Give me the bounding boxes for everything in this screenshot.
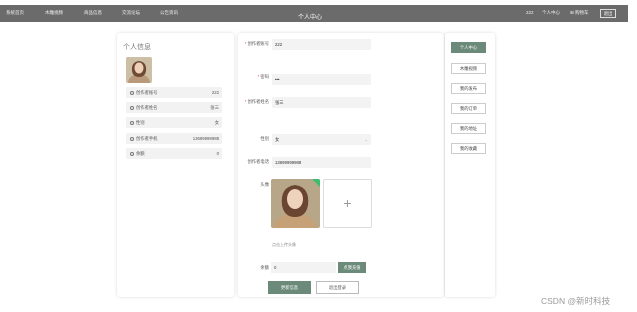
nav-cart-label: 购物车 xyxy=(575,10,589,15)
nav-username[interactable]: 222 xyxy=(526,10,534,15)
profile-row-value: 女 xyxy=(214,120,219,125)
user-icon xyxy=(130,90,134,95)
avatar-preview[interactable] xyxy=(271,179,320,228)
profile-row-value: 张三 xyxy=(210,105,219,110)
account-label: * 创作者账号 xyxy=(244,41,269,46)
phone-label: 创作者电话 xyxy=(247,159,269,164)
profile-row-value: 0 xyxy=(216,151,219,156)
profile-row-label: 余额 xyxy=(136,151,145,156)
profile-panel: 个人信息 创作者账号 222 创作者姓名 张三 性别 女 创作者手机 13699… xyxy=(117,33,234,297)
plus-icon: + xyxy=(343,195,352,211)
side-menu-videos[interactable]: 木雕视频 xyxy=(451,63,486,74)
gender-select-value: 女 xyxy=(275,137,280,142)
side-menu-my-address[interactable]: 我的地址 xyxy=(451,123,486,134)
recharge-button[interactable]: 点我充值 xyxy=(338,262,366,273)
nav-home[interactable]: 系统首页 xyxy=(6,10,24,16)
nav-videos[interactable]: 木雕视频 xyxy=(45,10,63,16)
gender-select[interactable]: 女 ⌄ xyxy=(272,134,371,145)
password-input[interactable]: ••• xyxy=(272,74,371,85)
upload-tip: 点击上传头像 xyxy=(272,242,296,247)
upload-avatar-button[interactable]: + xyxy=(323,179,372,228)
profile-row-label: 创作者手机 xyxy=(136,136,158,141)
profile-row-value: 222 xyxy=(211,90,219,95)
profile-row-gender: 性别 女 xyxy=(126,117,222,128)
profile-title: 个人信息 xyxy=(123,44,151,51)
avatar-label: 头像 xyxy=(260,182,269,187)
phone-icon xyxy=(130,136,134,141)
balance-input[interactable]: 0 xyxy=(271,262,336,273)
nav-forum[interactable]: 交流论坛 xyxy=(122,10,140,16)
top-nav-bar: 系统首页 木雕视频 商品信息 交流论坛 公告资讯 个人中心 222 个人中心 ⊞… xyxy=(0,5,628,22)
side-menu-favorites[interactable]: 我的收藏 xyxy=(451,143,486,154)
profile-row-name: 创作者姓名 张三 xyxy=(126,102,222,113)
chevron-down-icon: ⌄ xyxy=(364,137,368,142)
profile-row-balance: 余额 0 xyxy=(126,148,222,159)
name-input[interactable]: 张三 xyxy=(272,97,371,108)
update-info-button[interactable]: 更新信息 xyxy=(268,281,311,294)
profile-row-label: 创作者账号 xyxy=(136,90,158,95)
gender-icon xyxy=(130,120,134,125)
nav-user-center[interactable]: 个人中心 xyxy=(542,10,560,16)
logout-account-button[interactable]: 退出登录 xyxy=(316,281,359,294)
gender-label: 性别 xyxy=(260,136,269,141)
password-label: * 密码 xyxy=(257,74,269,79)
page-title: 个人中心 xyxy=(298,15,323,21)
account-input[interactable]: 222 xyxy=(272,39,371,50)
watermark: CSDN @新时科技 xyxy=(541,296,611,306)
side-menu-my-posts[interactable]: 我的发布 xyxy=(451,83,486,94)
user-icon xyxy=(130,105,134,110)
side-menu-my-orders[interactable]: 我的订单 xyxy=(451,103,486,114)
avatar xyxy=(126,57,152,83)
profile-row-phone: 创作者手机 13699999988 xyxy=(126,133,222,144)
profile-row-label: 创作者姓名 xyxy=(136,105,158,110)
profile-row-value: 13699999988 xyxy=(192,136,219,141)
logout-button[interactable]: 退出 xyxy=(600,9,616,18)
balance-label: 余额 xyxy=(260,265,269,270)
nav-products[interactable]: 商品信息 xyxy=(84,10,102,16)
wallet-icon xyxy=(130,151,134,156)
name-label: * 创作者姓名 xyxy=(244,99,269,104)
side-menu-user-center[interactable]: 个人中心 xyxy=(451,42,486,53)
nav-announcements[interactable]: 公告资讯 xyxy=(160,10,178,16)
phone-input[interactable]: 13699999988 xyxy=(272,157,371,168)
nav-cart[interactable]: ⊞ 购物车 xyxy=(570,10,589,16)
profile-row-account: 创作者账号 222 xyxy=(126,87,222,98)
profile-row-label: 性别 xyxy=(136,120,145,125)
